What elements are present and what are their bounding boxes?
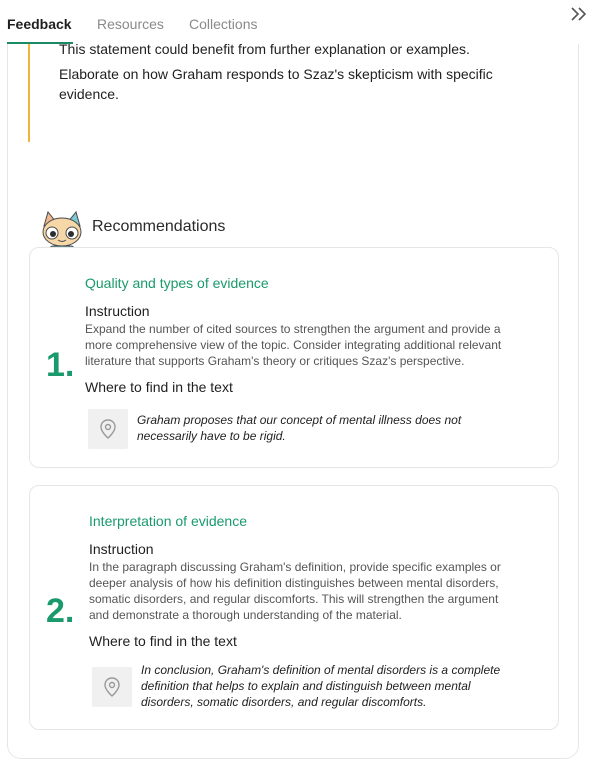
recommendation-title: Interpretation of evidence [89, 513, 247, 529]
feedback-text-line: This statement could benefit from furthe… [59, 44, 470, 57]
source-quote-line: definition that helps to explain and dis… [141, 679, 471, 693]
feedback-panel: This statement could benefit from furthe… [7, 44, 579, 759]
recommendation-number: 1. [46, 346, 75, 384]
instruction-text-line: and demonstrate a thorough understanding… [89, 608, 402, 622]
where-to-find-label: Where to find in the text [85, 379, 233, 395]
recommendation-card-1: 1. Quality and types of evidence Instruc… [29, 247, 559, 468]
tab-resources[interactable]: Resources [97, 16, 164, 32]
tab-feedback[interactable]: Feedback [7, 16, 72, 32]
instruction-text-line: more comprehensive view of the topic. Co… [85, 338, 502, 352]
recommendation-title: Quality and types of evidence [85, 275, 269, 291]
locate-in-text-button[interactable] [92, 667, 132, 707]
instruction-text-line: Expand the number of cited sources to st… [85, 322, 501, 336]
tab-bar: Feedback Resources Collections [0, 0, 597, 45]
instruction-text-line: literature that supports Graham's theory… [85, 354, 465, 368]
feedback-text-line: evidence. [59, 86, 119, 102]
source-quote-line: Graham proposes that our concept of ment… [137, 413, 462, 427]
collapse-panel-button[interactable] [569, 4, 589, 24]
map-pin-icon [100, 419, 116, 439]
where-to-find-label: Where to find in the text [89, 633, 237, 649]
recommendation-card-2: 2. Interpretation of evidence Instructio… [29, 485, 559, 730]
double-chevron-right-icon [571, 7, 587, 21]
locate-in-text-button[interactable] [88, 409, 128, 449]
tab-collections[interactable]: Collections [189, 16, 257, 32]
instruction-label: Instruction [89, 541, 154, 557]
source-quote-line: necessarily have to be rigid. [137, 429, 286, 443]
feedback-quote-bar [28, 44, 30, 142]
instruction-text-line: deeper analysis of how his definition di… [89, 576, 499, 590]
recommendations-title: Recommendations [92, 218, 226, 235]
source-quote-line: In conclusion, Graham's definition of me… [141, 663, 501, 677]
map-pin-icon [104, 677, 120, 697]
recommendation-number: 2. [46, 592, 75, 630]
feedback-text-line: Elaborate on how Graham responds to Szaz… [59, 66, 493, 82]
instruction-text-line: somatic disorders, and regular discomfor… [89, 592, 499, 606]
source-quote-line: disorders, somatic disorders, and regula… [141, 695, 427, 709]
instruction-text-line: In the paragraph discussing Graham's def… [89, 560, 501, 574]
instruction-label: Instruction [85, 303, 150, 319]
